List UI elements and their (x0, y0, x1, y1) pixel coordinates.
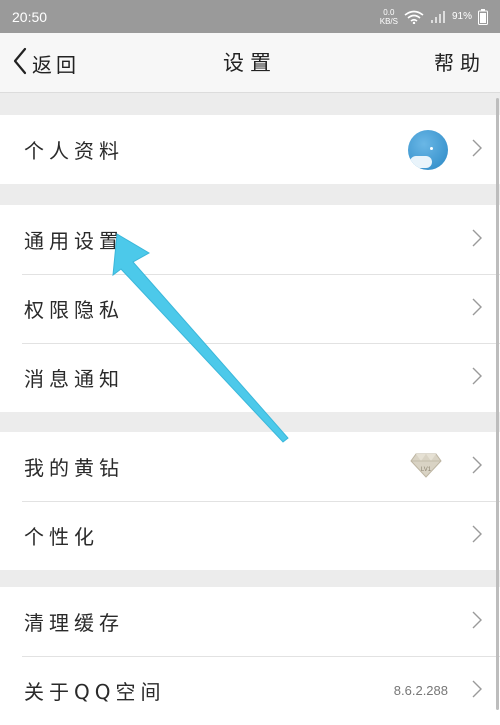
network-speed: 0.0 KB/S (380, 8, 398, 26)
settings-item-general[interactable]: 通用设置 (0, 205, 500, 274)
settings-item-notifications[interactable]: 消息通知 (0, 343, 500, 412)
chevron-right-icon (472, 367, 482, 389)
chevron-right-icon (472, 139, 482, 161)
settings-item-label: 通用设置 (24, 229, 124, 253)
settings-group-about: 清理缓存 关于QQ空间 8.6.2.288 (0, 587, 500, 725)
network-speed-value: 0.0 (383, 7, 395, 17)
title-bar: 返回 设置 帮助 (0, 33, 500, 93)
settings-item-yellow-diamond[interactable]: 我的黄钻 LV1 (0, 432, 500, 501)
settings-item-label: 个人资料 (24, 139, 124, 163)
back-label: 返回 (32, 52, 80, 77)
chevron-right-icon (472, 611, 482, 633)
back-chevron-icon (12, 47, 28, 80)
diamond-level-text: LV1 (421, 467, 432, 473)
status-bar: 20:50 0.0 KB/S 91% (0, 0, 500, 33)
wifi-icon (404, 10, 424, 24)
settings-item-privacy[interactable]: 权限隐私 (0, 274, 500, 343)
scrollbar[interactable] (496, 98, 499, 710)
chevron-right-icon (472, 525, 482, 547)
settings-group-personal: 我的黄钻 LV1 个性化 (0, 432, 500, 570)
settings-item-label: 我的黄钻 (24, 456, 124, 480)
settings-item-label: 清理缓存 (24, 611, 124, 635)
network-speed-unit: KB/S (379, 16, 398, 26)
settings-item-profile[interactable]: 个人资料 (0, 115, 500, 184)
chevron-right-icon (472, 680, 482, 702)
yellow-diamond-icon: LV1 (410, 452, 442, 482)
settings-item-about[interactable]: 关于QQ空间 8.6.2.288 (0, 656, 500, 725)
avatar (408, 129, 448, 170)
settings-item-label: 消息通知 (24, 367, 124, 391)
battery-percent: 91% (451, 11, 472, 22)
battery-icon (478, 8, 488, 25)
status-time: 20:50 (12, 8, 48, 25)
settings-item-label: 关于QQ空间 (24, 680, 166, 704)
chevron-right-icon (472, 229, 482, 251)
settings-item-personalize[interactable]: 个性化 (0, 501, 500, 570)
settings-item-clear-cache[interactable]: 清理缓存 (0, 587, 500, 656)
back-button[interactable]: 返回 (12, 33, 80, 93)
version-text: 8.6.2.288 (393, 683, 448, 698)
status-icons: 0.0 KB/S 91% (380, 8, 488, 26)
signal-icon (430, 10, 446, 23)
help-button[interactable]: 帮助 (434, 33, 486, 93)
settings-group-profile: 个人资料 (0, 115, 500, 184)
chevron-right-icon (472, 298, 482, 320)
chevron-right-icon (472, 456, 482, 478)
settings-group-general: 通用设置 权限隐私 消息通知 (0, 205, 500, 412)
settings-item-label: 权限隐私 (24, 298, 124, 322)
settings-item-label: 个性化 (24, 525, 99, 549)
